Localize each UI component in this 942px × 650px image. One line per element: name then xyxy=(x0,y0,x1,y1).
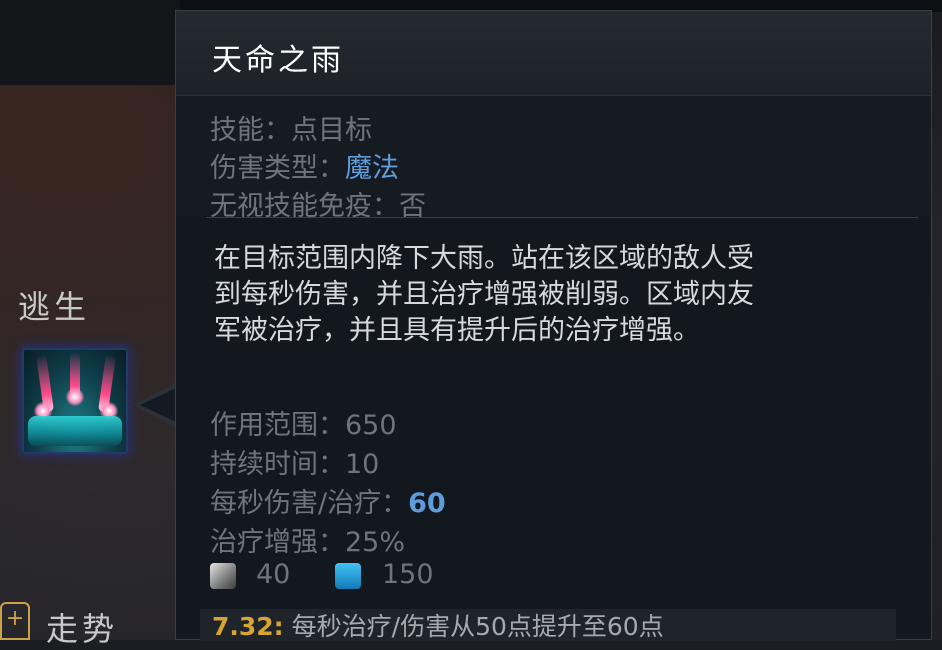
attr-label: 伤害类型： xyxy=(210,153,345,184)
rain-glow xyxy=(66,388,84,406)
mana-icon xyxy=(335,563,361,589)
section-label-escape: 逃生 xyxy=(18,288,91,326)
patch-note: 7.32: 每秒治疗/伤害从50点提升至60点 xyxy=(200,609,896,641)
stat-value: 10 xyxy=(345,449,380,480)
rain-pool xyxy=(28,416,122,446)
attr-behavior: 技能：点目标 xyxy=(210,108,372,147)
stat-value: 650 xyxy=(345,410,397,441)
description-line: 在目标范围内降下大雨。站在该区域的敌人受 xyxy=(214,243,754,274)
attr-value-magic: 魔法 xyxy=(345,153,399,184)
section-label-momentum: 走势 xyxy=(46,610,119,648)
attr-value: 点目标 xyxy=(291,115,372,146)
attr-damage-type: 伤害类型：魔法 xyxy=(210,146,399,185)
ability-tooltip: 天命之雨 技能：点目标 伤害类型：魔法 无视技能免疫：否 在目标范围内降下大雨。… xyxy=(175,10,932,641)
ability-title: 天命之雨 xyxy=(212,43,344,78)
tooltip-pointer-inner xyxy=(140,388,176,422)
cooldown-value: 40 xyxy=(256,559,291,590)
ability-attributes: 技能：点目标 伤害类型：魔法 无视技能免疫：否 xyxy=(176,96,931,222)
patch-version: 7.32: xyxy=(212,612,284,641)
stat-value: 25% xyxy=(345,527,406,558)
stat-heal-amp: 治疗增强：25% xyxy=(210,520,405,559)
tooltip-header: 天命之雨 xyxy=(176,11,931,96)
left-top-panel xyxy=(0,0,180,85)
cooldown-icon xyxy=(210,563,236,589)
stat-value-highlight: 60 xyxy=(408,488,446,519)
stat-label: 作用范围： xyxy=(210,410,345,441)
patch-text: 每秒治疗/伤害从50点提升至60点 xyxy=(291,612,664,641)
description-line: 军被治疗，并且具有提升后的治疗增强。 xyxy=(214,315,700,346)
plus-icon[interactable]: + xyxy=(0,602,30,640)
stat-damage-heal: 每秒伤害/治疗：60 xyxy=(210,481,446,520)
mana-cost-value: 150 xyxy=(382,559,434,590)
attr-label: 技能： xyxy=(210,115,291,146)
stat-duration: 持续时间：10 xyxy=(210,442,379,481)
stat-label: 持续时间： xyxy=(210,449,345,480)
stat-label: 治疗增强： xyxy=(210,527,345,558)
stat-label: 每秒伤害/治疗： xyxy=(210,488,409,519)
divider xyxy=(206,217,918,218)
ability-description: 在目标范围内降下大雨。站在该区域的敌人受 到每秒伤害，并且治疗增强被削弱。区域内… xyxy=(214,241,894,349)
description-line: 到每秒伤害，并且治疗增强被削弱。区域内友 xyxy=(214,279,754,310)
stat-radius: 作用范围：650 xyxy=(210,403,397,442)
rain-ability-icon[interactable] xyxy=(22,348,128,454)
